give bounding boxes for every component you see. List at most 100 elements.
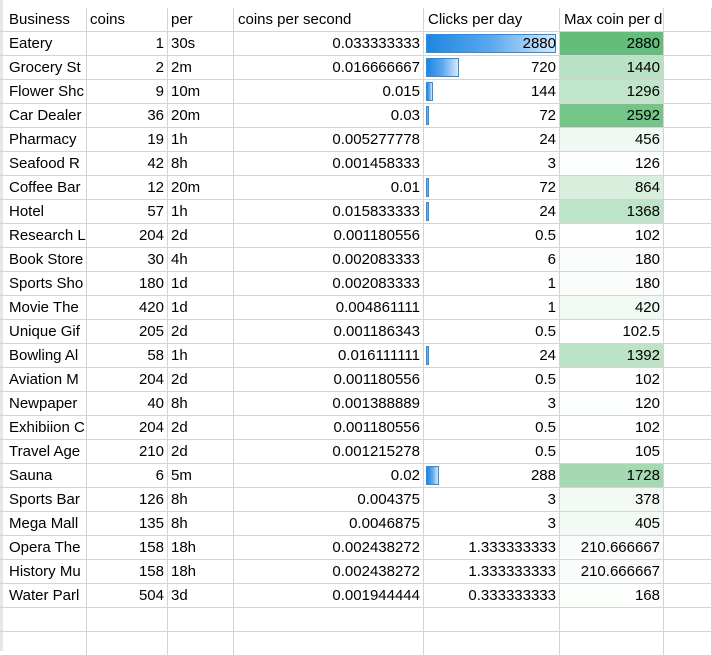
cell-clicks-per-day[interactable]: 3: [424, 488, 560, 512]
cell-coins[interactable]: 504: [87, 584, 168, 608]
cell-business[interactable]: Bowling Al: [0, 344, 87, 368]
cell-coins-per-second[interactable]: 0.02: [234, 464, 424, 488]
empty-cell[interactable]: [664, 464, 712, 488]
cell-per[interactable]: 8h: [168, 152, 234, 176]
empty-cell[interactable]: [664, 8, 712, 32]
cell-coins-per-second[interactable]: 0.001180556: [234, 368, 424, 392]
empty-cell[interactable]: [664, 128, 712, 152]
cell-clicks-per-day[interactable]: 720: [424, 56, 560, 80]
header-max-coin-per-day[interactable]: Max coin per day: [560, 8, 664, 32]
cell-max-coin-per-day[interactable]: 405: [560, 512, 664, 536]
cell-per[interactable]: 1d: [168, 296, 234, 320]
cell-max-coin-per-day[interactable]: 420: [560, 296, 664, 320]
empty-cell[interactable]: [560, 608, 664, 632]
cell-business[interactable]: Research L: [0, 224, 87, 248]
cell-max-coin-per-day[interactable]: 210.666667: [560, 536, 664, 560]
cell-per[interactable]: 2d: [168, 440, 234, 464]
empty-cell[interactable]: [664, 32, 712, 56]
cell-per[interactable]: 8h: [168, 392, 234, 416]
cell-coins[interactable]: 135: [87, 512, 168, 536]
cell-clicks-per-day[interactable]: 1: [424, 272, 560, 296]
cell-coins-per-second[interactable]: 0.001215278: [234, 440, 424, 464]
empty-cell[interactable]: [664, 536, 712, 560]
cell-clicks-per-day[interactable]: 2880: [424, 32, 560, 56]
cell-per[interactable]: 4h: [168, 248, 234, 272]
empty-cell[interactable]: [664, 248, 712, 272]
cell-coins[interactable]: 36: [87, 104, 168, 128]
cell-coins-per-second[interactable]: 0.002083333: [234, 248, 424, 272]
cell-max-coin-per-day[interactable]: 378: [560, 488, 664, 512]
empty-cell[interactable]: [168, 608, 234, 632]
cell-coins-per-second[interactable]: 0.03: [234, 104, 424, 128]
cell-per[interactable]: 2m: [168, 56, 234, 80]
empty-cell[interactable]: [234, 632, 424, 656]
empty-cell[interactable]: [664, 200, 712, 224]
cell-coins[interactable]: 205: [87, 320, 168, 344]
empty-cell[interactable]: [664, 488, 712, 512]
cell-per[interactable]: 8h: [168, 488, 234, 512]
cell-business[interactable]: History Mu: [0, 560, 87, 584]
cell-business[interactable]: Water Parl: [0, 584, 87, 608]
cell-clicks-per-day[interactable]: 1.333333333: [424, 536, 560, 560]
cell-clicks-per-day[interactable]: 3: [424, 512, 560, 536]
cell-max-coin-per-day[interactable]: 1368: [560, 200, 664, 224]
cell-max-coin-per-day[interactable]: 168: [560, 584, 664, 608]
empty-cell[interactable]: [664, 392, 712, 416]
header-coins[interactable]: coins: [87, 8, 168, 32]
cell-coins[interactable]: 204: [87, 368, 168, 392]
cell-coins-per-second[interactable]: 0.004375: [234, 488, 424, 512]
cell-per[interactable]: 20m: [168, 104, 234, 128]
cell-business[interactable]: Sports Bar: [0, 488, 87, 512]
cell-max-coin-per-day[interactable]: 126: [560, 152, 664, 176]
cell-coins[interactable]: 40: [87, 392, 168, 416]
cell-max-coin-per-day[interactable]: 2880: [560, 32, 664, 56]
cell-business[interactable]: Pharmacy: [0, 128, 87, 152]
cell-per[interactable]: 10m: [168, 80, 234, 104]
cell-per[interactable]: 1h: [168, 344, 234, 368]
empty-cell[interactable]: [664, 440, 712, 464]
empty-cell[interactable]: [0, 608, 87, 632]
cell-clicks-per-day[interactable]: 1.333333333: [424, 560, 560, 584]
cell-per[interactable]: 2d: [168, 320, 234, 344]
cell-per[interactable]: 5m: [168, 464, 234, 488]
empty-cell[interactable]: [664, 344, 712, 368]
empty-cell[interactable]: [664, 104, 712, 128]
cell-coins-per-second[interactable]: 0.001388889: [234, 392, 424, 416]
cell-coins[interactable]: 2: [87, 56, 168, 80]
cell-per[interactable]: 2d: [168, 224, 234, 248]
cell-coins-per-second[interactable]: 0.001186343: [234, 320, 424, 344]
empty-cell[interactable]: [664, 584, 712, 608]
cell-coins-per-second[interactable]: 0.001458333: [234, 152, 424, 176]
empty-cell[interactable]: [664, 560, 712, 584]
empty-cell[interactable]: [664, 80, 712, 104]
cell-business[interactable]: Eatery: [0, 32, 87, 56]
empty-cell[interactable]: [168, 632, 234, 656]
cell-coins-per-second[interactable]: 0.015: [234, 80, 424, 104]
cell-clicks-per-day[interactable]: 24: [424, 128, 560, 152]
cell-business[interactable]: Flower Shc: [0, 80, 87, 104]
cell-business[interactable]: Aviation M: [0, 368, 87, 392]
cell-business[interactable]: Book Store: [0, 248, 87, 272]
cell-coins[interactable]: 210: [87, 440, 168, 464]
cell-coins[interactable]: 180: [87, 272, 168, 296]
cell-business[interactable]: Travel Age: [0, 440, 87, 464]
empty-cell[interactable]: [664, 56, 712, 80]
cell-per[interactable]: 30s: [168, 32, 234, 56]
cell-per[interactable]: 18h: [168, 536, 234, 560]
cell-max-coin-per-day[interactable]: 102: [560, 368, 664, 392]
cell-max-coin-per-day[interactable]: 180: [560, 248, 664, 272]
cell-business[interactable]: Seafood R: [0, 152, 87, 176]
cell-business[interactable]: Sauna: [0, 464, 87, 488]
cell-coins[interactable]: 420: [87, 296, 168, 320]
cell-business[interactable]: Sports Sho: [0, 272, 87, 296]
cell-max-coin-per-day[interactable]: 456: [560, 128, 664, 152]
cell-clicks-per-day[interactable]: 24: [424, 200, 560, 224]
cell-max-coin-per-day[interactable]: 105: [560, 440, 664, 464]
cell-coins[interactable]: 158: [87, 536, 168, 560]
cell-coins[interactable]: 1: [87, 32, 168, 56]
cell-coins[interactable]: 30: [87, 248, 168, 272]
cell-clicks-per-day[interactable]: 288: [424, 464, 560, 488]
cell-per[interactable]: 2d: [168, 416, 234, 440]
empty-cell[interactable]: [560, 632, 664, 656]
empty-cell[interactable]: [664, 272, 712, 296]
